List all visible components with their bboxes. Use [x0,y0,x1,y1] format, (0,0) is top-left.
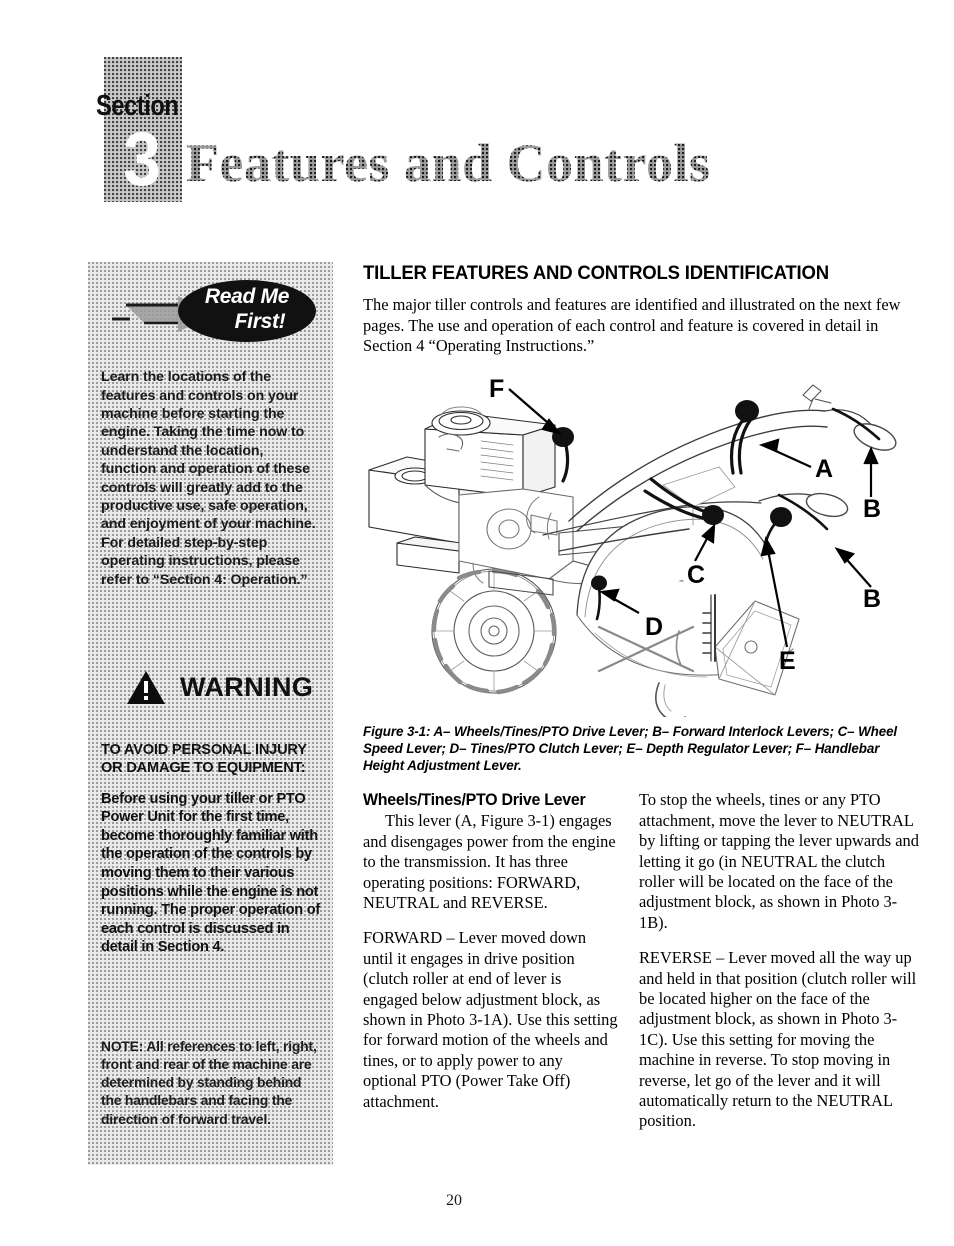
knob-e [770,506,792,527]
callout-label-b-lower: B [863,585,881,613]
badge-text: Read Me First! [178,284,316,334]
intro-paragraph: The major tiller controls and features a… [363,295,901,356]
lever-f-height [561,439,570,483]
body-column-left: Wheels/Tines/PTO Drive Lever This lever … [363,790,619,1132]
sidebar-panel: Read Me First! Learn the locations of th… [88,262,333,1165]
section-number-label: 3 [122,117,162,202]
read-me-body-text: Learn the locations of the features and … [101,369,316,588]
right-paragraph-1: To stop the wheels, tines or any PTO att… [639,790,919,932]
warning-body-text: Before using your tiller or PTO Power Un… [101,790,321,956]
warning-header: WARNING [126,670,313,705]
callout-label-e: E [779,647,796,675]
throttle-control [802,384,832,410]
left-paragraph-2: FORWARD – Lever moved down until it enga… [363,928,618,1111]
warning-triangle-icon [127,671,165,704]
page-number: 20 [0,1192,954,1210]
knob-a [735,399,759,422]
section-title: Features and Controls [186,133,711,193]
badge-line-2: First! [234,310,286,333]
note-text: NOTE: All references to left, right, fro… [101,1038,317,1127]
page-number-value: 20 [446,1192,462,1209]
callout-label-f: F [489,375,504,403]
main-content: TILLER FEATURES AND CONTROLS IDENTIFICAT… [363,262,920,1132]
transmission-housing [458,488,602,584]
body-columns: Wheels/Tines/PTO Drive Lever This lever … [363,790,920,1132]
figure-caption: Figure 3-1: A– Wheels/Tines/PTO Drive Le… [363,723,898,774]
warning-caption: TO AVOID PERSONAL INJURY OR DAMAGE TO EQ… [101,741,307,777]
callout-label-a: A [815,455,833,483]
body-column-right: To stop the wheels, tines or any PTO att… [639,790,920,1132]
warning-title: WARNING [180,672,314,702]
page-title: TILLER FEATURES AND CONTROLS IDENTIFICAT… [363,262,829,284]
callout-label-b-upper: B [863,495,881,523]
callout-label-c: C [687,561,705,589]
read-me-first-badge: Read Me First! [104,278,316,344]
subsection-heading: Wheels/Tines/PTO Drive Lever [363,790,586,810]
section-header: Section 3 Features and Controls [0,0,954,250]
left-paragraph-1: This lever (A, Figure 3-1) engages and d… [363,811,616,913]
tiller-illustration: F A B B C D E [368,375,897,717]
right-paragraph-2: REVERSE – Lever moved all the way up and… [639,948,917,1131]
knob-c [702,504,724,525]
knob-d [591,575,607,591]
warning-block: WARNING TO AVOID PERSONAL INJURY OR DAMA… [88,658,333,958]
figure-3-1: F A B B C D E [363,365,920,717]
callout-label-d: D [645,613,663,641]
badge-line-1: Read Me [204,285,290,308]
